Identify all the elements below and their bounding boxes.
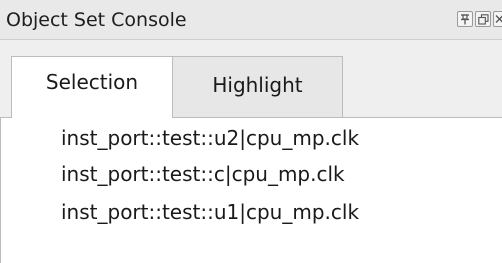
- tab-highlight-label: Highlight: [212, 73, 303, 97]
- list-item[interactable]: inst_port::test::c|cpu_mp.clk: [61, 161, 345, 187]
- tab-bar: Selection Highlight: [0, 40, 502, 118]
- pin-button[interactable]: [457, 11, 473, 27]
- selection-list[interactable]: inst_port::test::u2|cpu_mp.clk inst_port…: [0, 117, 502, 263]
- float-icon: [477, 13, 489, 25]
- tab-selection-label: Selection: [45, 69, 139, 94]
- panel-titlebar: Object Set Console: [0, 0, 502, 40]
- tab-highlight[interactable]: Highlight: [173, 56, 343, 117]
- float-button[interactable]: [475, 11, 491, 27]
- object-set-console-panel: Object Set Console Selection Highlight i…: [0, 0, 502, 263]
- close-icon: [495, 14, 502, 24]
- close-button[interactable]: [493, 11, 502, 27]
- list-item[interactable]: inst_port::test::u2|cpu_mp.clk: [61, 125, 359, 151]
- panel-title: Object Set Console: [6, 9, 187, 31]
- pin-icon: [460, 13, 470, 25]
- tab-selection[interactable]: Selection: [11, 56, 173, 118]
- list-item[interactable]: inst_port::test::u1|cpu_mp.clk: [61, 199, 359, 225]
